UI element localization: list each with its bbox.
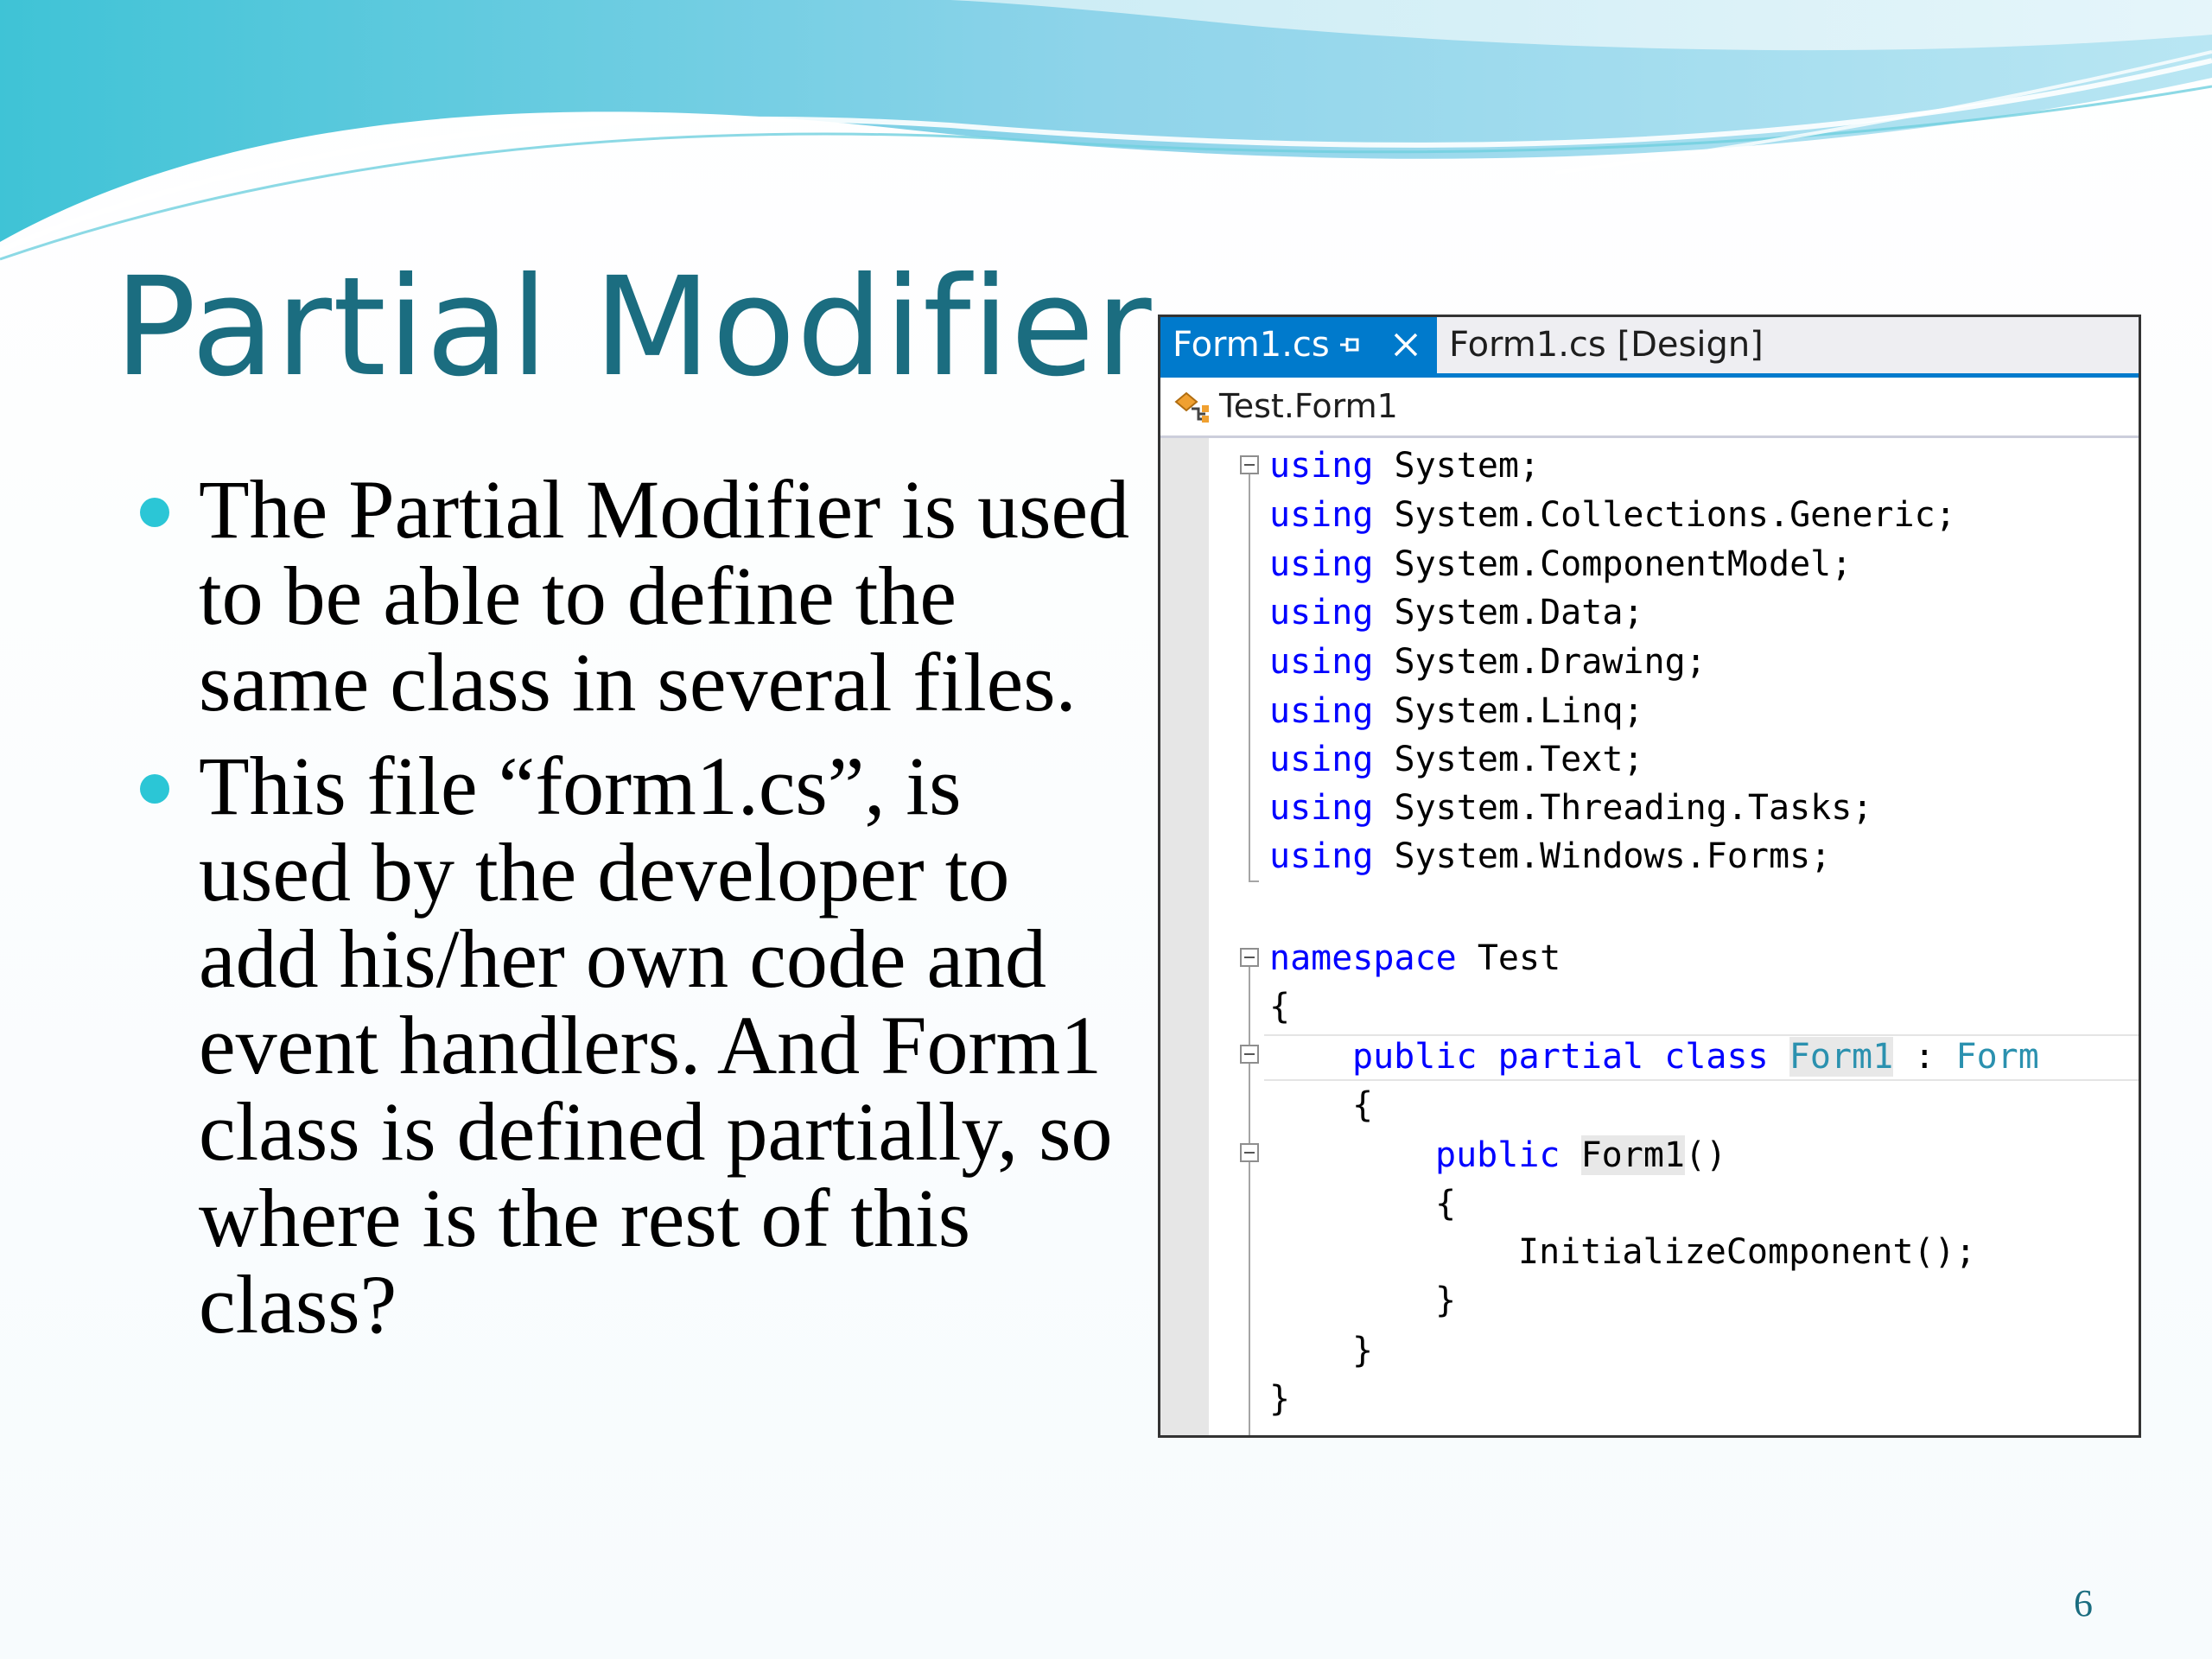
close-icon[interactable] bbox=[1390, 329, 1421, 360]
keyword: using bbox=[1269, 544, 1374, 584]
keyword: using bbox=[1269, 446, 1374, 486]
pin-icon[interactable] bbox=[1335, 329, 1366, 360]
keyword: using bbox=[1269, 740, 1374, 779]
slide-title: Partial Modifier bbox=[114, 248, 1153, 407]
code-line: using System; bbox=[1269, 443, 1540, 488]
bullet-text: This file “form1.cs”, is used by the dev… bbox=[199, 740, 1113, 1351]
code-line: using System.Drawing; bbox=[1269, 639, 1707, 684]
code-line: } bbox=[1352, 1328, 1373, 1373]
code-line: { bbox=[1352, 1083, 1373, 1128]
code-line: { bbox=[1269, 984, 1290, 1029]
code-editor-screenshot: Form1.cs Form1.cs [Design] Test.Form1 us… bbox=[1158, 315, 2141, 1438]
keyword: class bbox=[1664, 1037, 1769, 1077]
constructor-name: Form1 bbox=[1580, 1135, 1686, 1175]
code-line: { bbox=[1435, 1181, 1456, 1226]
code-line: using System.Collections.Generic; bbox=[1269, 493, 1956, 537]
brace: } bbox=[1269, 1379, 1291, 1419]
outline-guide bbox=[1249, 466, 1250, 880]
bullet-dot-icon bbox=[140, 774, 169, 804]
tab-form1-design[interactable]: Form1.cs [Design] bbox=[1449, 317, 1764, 373]
brace: } bbox=[1352, 1331, 1374, 1370]
keyword: using bbox=[1269, 836, 1374, 876]
base-type: Form bbox=[1955, 1037, 2039, 1077]
keyword: partial bbox=[1497, 1037, 1644, 1077]
bullet-text: The Partial Modifier is used to be able … bbox=[199, 463, 1130, 728]
colon: : bbox=[1914, 1037, 1936, 1077]
brace: } bbox=[1435, 1281, 1457, 1320]
collapse-icon[interactable] bbox=[1240, 455, 1259, 474]
namespace-ref: System.Collections.Generic; bbox=[1394, 495, 1956, 535]
code-area[interactable]: using System; using System.Collections.G… bbox=[1160, 438, 2139, 1435]
code-line: using System.Threading.Tasks; bbox=[1269, 785, 1872, 830]
code-line: using System.Windows.Forms; bbox=[1269, 834, 1831, 879]
namespace-ref: System.Text; bbox=[1394, 740, 1644, 779]
code-line: using System.Linq; bbox=[1269, 689, 1644, 734]
keyword: using bbox=[1269, 642, 1374, 682]
editor-tab-bar: Form1.cs Form1.cs [Design] bbox=[1160, 317, 2139, 378]
method-call: InitializeComponent(); bbox=[1518, 1232, 1976, 1272]
outline-guide-end bbox=[1249, 880, 1259, 882]
code-line: InitializeComponent(); bbox=[1518, 1230, 1976, 1274]
parens: () bbox=[1685, 1135, 1727, 1175]
keyword: namespace bbox=[1269, 938, 1457, 978]
nav-path: Test.Form1 bbox=[1219, 387, 1398, 425]
namespace-ref: System.ComponentModel; bbox=[1394, 544, 1853, 584]
namespace-ref: System.Linq; bbox=[1394, 691, 1644, 731]
code-line: public partial class Form1 : Form bbox=[1352, 1034, 2039, 1079]
tab-form1-cs[interactable]: Form1.cs bbox=[1160, 317, 1437, 373]
code-line: using System.Data; bbox=[1269, 590, 1644, 635]
slide: Partial Modifier The Partial Modifier is… bbox=[0, 0, 2212, 1659]
header-wave-decoration bbox=[0, 0, 2212, 261]
keyword: using bbox=[1269, 593, 1374, 632]
code-line: public Form1() bbox=[1435, 1133, 1726, 1178]
collapse-icon[interactable] bbox=[1240, 948, 1259, 967]
keyword: public bbox=[1352, 1037, 1478, 1077]
keyword: using bbox=[1269, 788, 1374, 828]
keyword: using bbox=[1269, 691, 1374, 731]
keyword: using bbox=[1269, 495, 1374, 535]
collapse-icon[interactable] bbox=[1240, 1045, 1259, 1064]
code-line: namespace Test bbox=[1269, 936, 1560, 981]
tab-label: Form1.cs bbox=[1173, 325, 1330, 365]
brace: { bbox=[1269, 987, 1291, 1027]
namespace-ref: System.Drawing; bbox=[1394, 642, 1707, 682]
namespace-ref: System.Data; bbox=[1394, 593, 1644, 632]
namespace-name: Test bbox=[1477, 938, 1561, 978]
bullet-item: This file “form1.cs”, is used by the dev… bbox=[130, 743, 1132, 1348]
page-number: 6 bbox=[2074, 1582, 2093, 1624]
keyword: public bbox=[1435, 1135, 1560, 1175]
outline-guide bbox=[1249, 957, 1250, 1435]
namespace-ref: System; bbox=[1394, 446, 1541, 486]
brace: { bbox=[1435, 1184, 1457, 1224]
code-line: } bbox=[1435, 1278, 1456, 1323]
code-line: } bbox=[1269, 1376, 1290, 1421]
class-icon bbox=[1174, 391, 1209, 423]
bullet-list: The Partial Modifier is used to be able … bbox=[130, 467, 1132, 1365]
navigation-bar[interactable]: Test.Form1 bbox=[1160, 378, 2139, 438]
code-line: using System.Text; bbox=[1269, 737, 1644, 782]
bullet-item: The Partial Modifier is used to be able … bbox=[130, 467, 1132, 726]
collapse-icon[interactable] bbox=[1240, 1143, 1259, 1162]
class-name: Form1 bbox=[1789, 1037, 1894, 1077]
namespace-ref: System.Windows.Forms; bbox=[1394, 836, 1832, 876]
namespace-ref: System.Threading.Tasks; bbox=[1394, 788, 1873, 828]
code-line: using System.ComponentModel; bbox=[1269, 542, 1852, 587]
bullet-dot-icon bbox=[140, 498, 169, 527]
brace: { bbox=[1352, 1085, 1374, 1125]
